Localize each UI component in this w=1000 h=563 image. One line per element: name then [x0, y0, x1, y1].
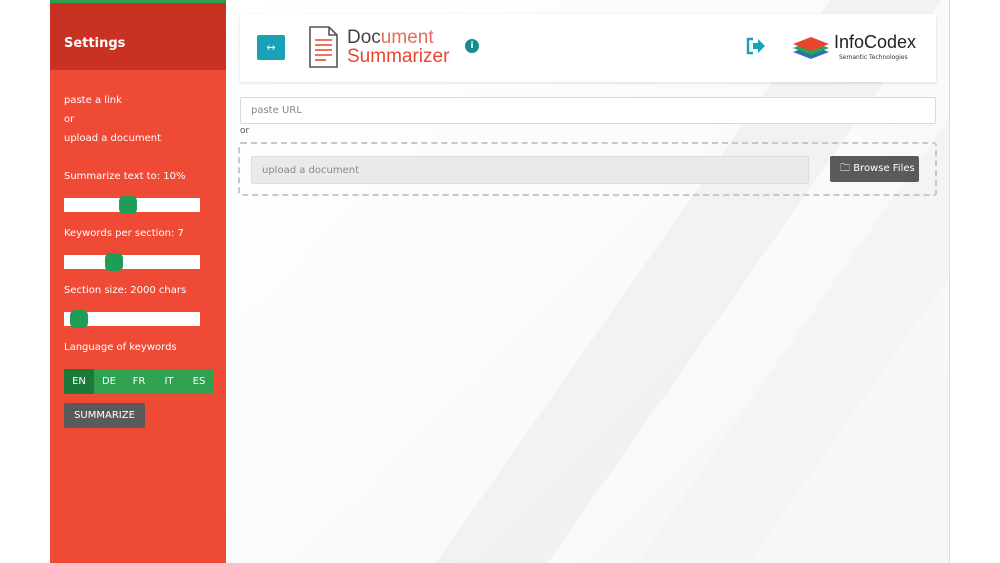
- settings-sidebar: Settings paste a link or upload a docume…: [50, 0, 226, 563]
- logo-line-1: Document: [347, 28, 449, 47]
- instruction-upload: upload a document: [64, 133, 161, 144]
- instruction-or: or: [64, 114, 75, 125]
- instruction-paste-link: paste a link: [64, 95, 122, 106]
- folder-icon: 🗀: [840, 163, 850, 174]
- upload-file-placeholder: upload a document: [262, 165, 359, 176]
- summarize-percent-label: Summarize text to: 10%: [64, 171, 186, 182]
- toggle-sidebar-button[interactable]: ↔: [257, 35, 285, 60]
- keyword-language-selector: EN DE FR IT ES: [64, 369, 214, 394]
- brand-name: InfoCodex: [834, 32, 917, 52]
- app-header: ↔ Document Summarizer i InfoCodex Semant…: [240, 14, 936, 82]
- logout-icon[interactable]: [746, 37, 766, 55]
- section-size-label: Section size: 2000 chars: [64, 285, 187, 296]
- logo-doc-text: Doc: [347, 27, 381, 48]
- brand-tagline: Semantic Technologies: [839, 54, 908, 61]
- sidebar-title: Settings: [64, 36, 126, 51]
- toggle-sidebar-icon: ↔: [266, 41, 276, 54]
- or-separator: or: [240, 126, 250, 136]
- app-logo-text: Document Summarizer: [347, 28, 449, 66]
- keywords-slider-thumb[interactable]: [105, 253, 123, 271]
- url-input[interactable]: paste URL: [240, 97, 936, 124]
- file-drop-zone[interactable]: upload a document 🗀 Browse Files: [238, 142, 937, 196]
- sidebar-header: Settings: [50, 3, 226, 70]
- language-button-de[interactable]: DE: [94, 369, 124, 394]
- info-icon[interactable]: i: [465, 39, 479, 53]
- language-button-en[interactable]: EN: [64, 369, 94, 394]
- language-button-fr[interactable]: FR: [124, 369, 154, 394]
- language-button-it[interactable]: IT: [154, 369, 184, 394]
- document-icon: [309, 26, 338, 68]
- summarize-percent-slider[interactable]: [64, 196, 200, 214]
- main-right-border: [949, 0, 950, 563]
- section-size-slider[interactable]: [64, 310, 200, 328]
- language-button-es[interactable]: ES: [184, 369, 214, 394]
- url-input-placeholder: paste URL: [251, 105, 302, 116]
- summarize-button[interactable]: SUMMARIZE: [64, 403, 145, 428]
- keywords-per-section-label: Keywords per section: 7: [64, 228, 184, 239]
- app-root: Settings paste a link or upload a docume…: [0, 0, 1000, 563]
- main-content: ↔ Document Summarizer i InfoCodex Semant…: [226, 0, 950, 563]
- upload-file-field[interactable]: upload a document: [251, 156, 809, 184]
- infocodex-logo-icon: [793, 37, 829, 59]
- browse-files-button[interactable]: 🗀 Browse Files: [830, 156, 919, 182]
- browse-files-label: Browse Files: [853, 163, 915, 174]
- logo-ument-text: ument: [380, 27, 434, 48]
- summarize-slider-thumb[interactable]: [119, 196, 137, 214]
- keywords-per-section-slider[interactable]: [64, 253, 200, 271]
- keyword-language-label: Language of keywords: [64, 342, 177, 353]
- logo-summarizer-text: Summarizer: [347, 46, 450, 67]
- section-size-slider-thumb[interactable]: [70, 310, 88, 328]
